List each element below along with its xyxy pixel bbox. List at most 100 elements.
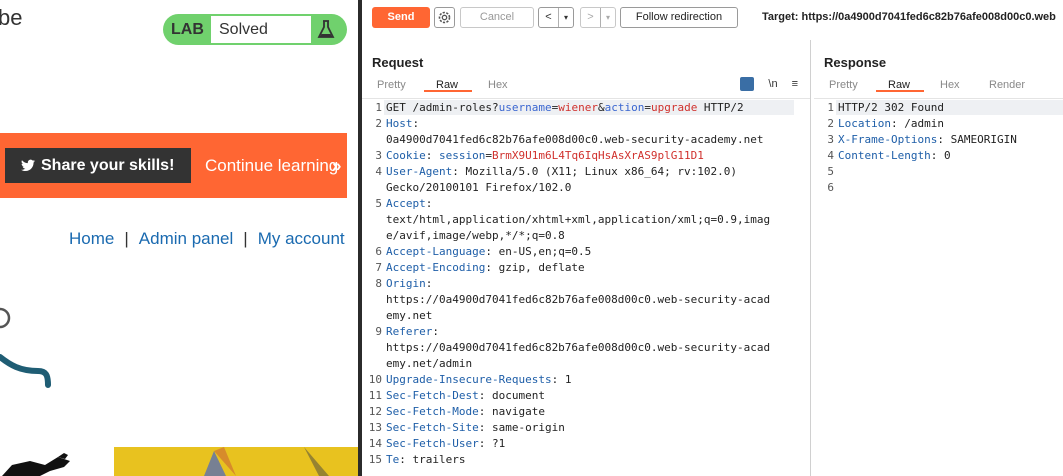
line-number: 14	[368, 437, 382, 450]
code-token: username	[498, 101, 552, 114]
code-token: : /admin	[890, 117, 944, 130]
nav-home-link[interactable]: Home	[69, 229, 114, 248]
request-editor[interactable]: 1 GET /admin-roles?username = wiener&action…	[362, 98, 810, 476]
nav-separator: |	[124, 229, 129, 248]
chevron-right-icon: »	[332, 156, 342, 175]
code-token: : same-origin	[478, 421, 565, 434]
code-token: : trailers	[399, 453, 466, 466]
code-line: Origin:	[386, 277, 432, 290]
code-token: session	[439, 149, 486, 162]
line-number: 2	[375, 117, 382, 130]
tab-hex[interactable]: Hex	[940, 79, 960, 91]
lab-status-text: Solved	[211, 16, 311, 43]
code-token: : navigate	[478, 405, 545, 418]
code-line: 0a4900d7041fed6c82b76afe008d00c0.web-sec…	[386, 133, 764, 146]
code-line: Sec-Fetch-Dest: document	[386, 389, 545, 402]
code-line: X-Frame-Options: SAMEORIGIN	[838, 133, 1017, 146]
code-token: Content-Length	[838, 149, 931, 162]
follow-redirection-button[interactable]: Follow redirection	[620, 7, 738, 28]
history-forward-button[interactable]: > ▾	[580, 7, 616, 28]
code-line: Sec-Fetch-User: ?1	[386, 437, 505, 450]
line-number: 3	[827, 133, 834, 146]
code-token: :	[425, 197, 433, 210]
code-token: Upgrade-Insecure-Requests	[386, 373, 552, 386]
code-token: : 1	[551, 373, 572, 386]
code-line: e/avif,image/webp,*/*;q=0.8	[386, 229, 565, 242]
line-number: 9	[375, 325, 382, 338]
line-number: 4	[375, 165, 382, 178]
share-skills-label: Share your skills!	[41, 156, 175, 174]
code-token: Origin	[386, 277, 426, 290]
code-token: &	[597, 101, 605, 114]
tab-render[interactable]: Render	[989, 79, 1025, 91]
nav-my-account-link[interactable]: My account	[258, 229, 345, 248]
code-line: User-Agent: Mozilla/5.0 (X11; Linux x86_…	[386, 165, 737, 178]
lab-status-widget: LAB Solved	[163, 14, 347, 45]
send-button[interactable]: Send	[372, 7, 430, 28]
code-token: Sec-Fetch-Mode	[386, 405, 479, 418]
line-number: 1	[375, 101, 382, 114]
code-line: Te: trailers	[386, 453, 465, 466]
code-line: Location: /admin	[838, 117, 944, 130]
code-line: GET /admin-roles?username=wiener&action=…	[386, 101, 744, 114]
nav-admin-panel-link[interactable]: Admin panel	[139, 229, 234, 248]
line-number: 8	[375, 277, 382, 290]
code-token: :	[425, 277, 433, 290]
repeater-toolbar: Send Cancel < ▾ > ▾ Follow redirection T…	[362, 0, 1063, 36]
code-token: : ?1	[478, 437, 506, 450]
code-line: Content-Length: 0	[838, 149, 951, 162]
tab-hex[interactable]: Hex	[488, 79, 508, 91]
list-view-icon[interactable]	[740, 77, 755, 91]
line-number: 2	[827, 117, 834, 130]
code-line: https://0a4900d7041fed6c82b76afe008d00c0…	[386, 293, 770, 306]
line-number: 13	[368, 421, 382, 434]
code-token: 0a4900d7041fed6c82b76afe008d00c0.web-sec…	[386, 133, 764, 146]
code-token: :	[432, 325, 439, 338]
code-token: X-Frame-Options	[838, 133, 938, 146]
code-token: Sec-Fetch-Site	[386, 421, 479, 434]
code-token: : gzip, deflate	[485, 261, 585, 274]
back-arrow-icon: <	[539, 8, 559, 27]
active-tab-indicator	[424, 90, 472, 92]
pane-divider[interactable]	[810, 40, 811, 476]
request-pane: Request Pretty Raw Hex \n ≡ 1 GET /admin-…	[362, 40, 810, 476]
code-line: HTTP/2 302 Found	[838, 101, 944, 114]
request-title: Request	[372, 55, 424, 70]
code-token: Te	[386, 453, 400, 466]
thumbnail-art	[114, 447, 358, 476]
cancel-button[interactable]: Cancel	[460, 7, 534, 28]
menu-icon[interactable]: ≡	[792, 78, 798, 90]
share-skills-button[interactable]: Share your skills!	[5, 148, 191, 183]
thumbnail-image	[0, 447, 110, 476]
response-editor[interactable]: 1 HTTP/2 302 Found 2 Location: /admin 3 X-Fra…	[814, 98, 1063, 476]
code-token: upgrade	[650, 101, 698, 114]
code-token: Sec-Fetch-Dest	[386, 389, 479, 402]
chevron-down-icon[interactable]: ▾	[559, 8, 573, 27]
code-line: Accept-Language: en-US,en;q=0.5	[386, 245, 591, 258]
forward-arrow-icon: >	[581, 8, 601, 27]
code-token: Cookie	[386, 149, 426, 162]
settings-button[interactable]	[434, 7, 455, 28]
code-token: HTTP/2 302 Found	[838, 101, 944, 114]
nav-separator: |	[243, 229, 248, 248]
tab-pretty[interactable]: Pretty	[829, 79, 858, 91]
code-token: Sec-Fetch-User	[386, 437, 479, 450]
code-token: : SAMEORIGIN	[937, 133, 1017, 146]
gear-icon	[438, 11, 451, 24]
line-number: 6	[375, 245, 382, 258]
code-line: Referer:	[386, 325, 439, 338]
code-token: https://0a4900d7041fed6c82b76afe008d00c0…	[386, 293, 771, 306]
tab-pretty[interactable]: Pretty	[377, 79, 406, 91]
continue-learning-link[interactable]: Continue learning	[205, 156, 338, 176]
code-line: Host:	[386, 117, 419, 130]
code-token: Accept	[386, 197, 426, 210]
code-token: Gecko/20100101 Firefox/102.0	[386, 181, 572, 194]
line-number: 5	[375, 197, 382, 210]
newline-toggle-icon[interactable]: \n	[768, 78, 777, 90]
share-banner: Share your skills! Continue learning »	[0, 133, 347, 198]
chevron-down-icon[interactable]: ▾	[601, 8, 615, 27]
target-url[interactable]: Target: https://0a4900d7041fed6c82b76afe…	[762, 11, 1056, 23]
line-number: 11	[368, 389, 382, 402]
line-number: 5	[827, 165, 834, 178]
history-back-button[interactable]: < ▾	[538, 7, 574, 28]
